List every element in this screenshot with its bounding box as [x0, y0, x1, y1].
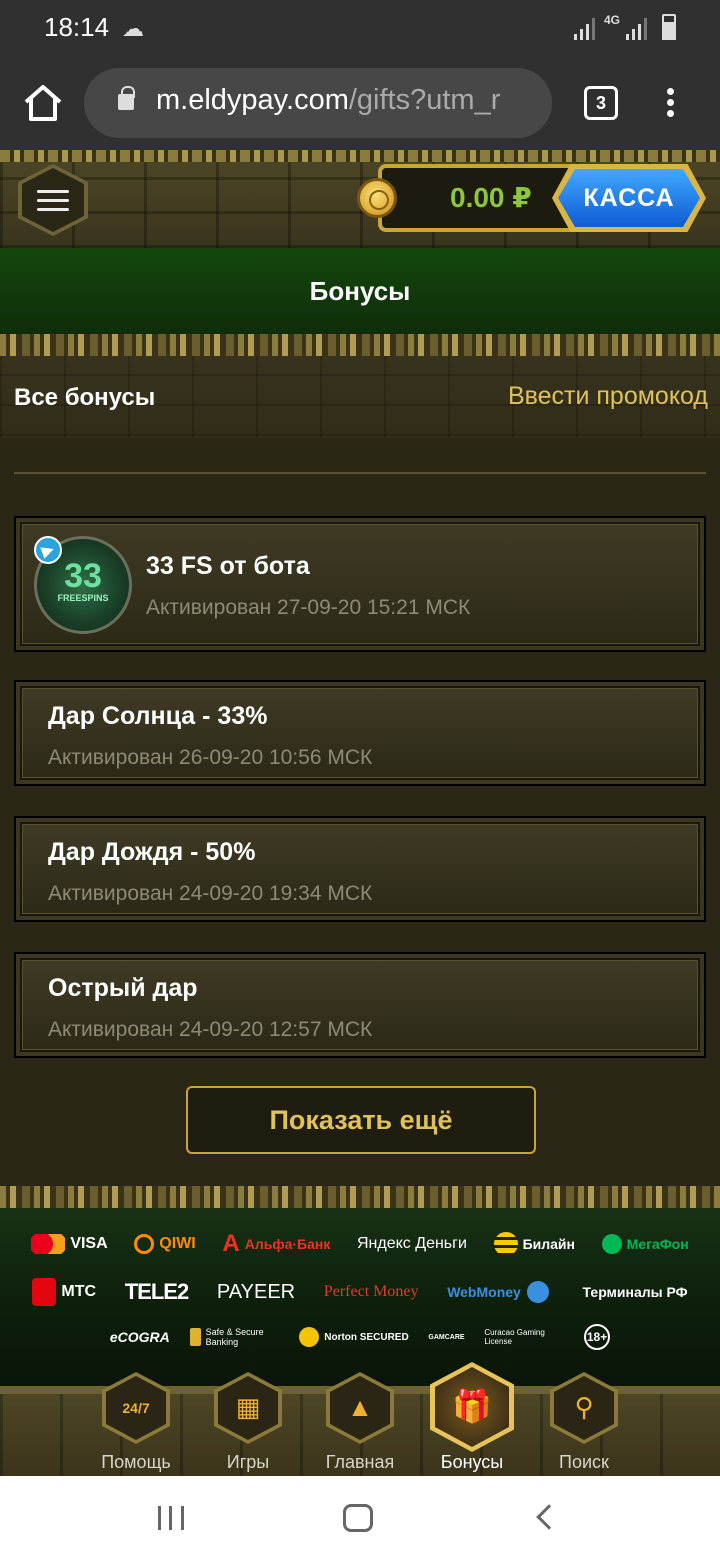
nav-games[interactable]: ▦ Игры: [192, 1372, 304, 1476]
back-icon[interactable]: [536, 1504, 562, 1530]
bonus-card[interactable]: 33 FREESPINS 33 FS от бота Активирован 2…: [14, 516, 706, 652]
alfabank-logo: A Альфа·Банк: [222, 1230, 331, 1257]
home-icon[interactable]: [22, 82, 64, 124]
signal-icon: [574, 18, 595, 40]
browser-toolbar: m.eldypay.com/gifts?utm_r 3: [0, 58, 720, 150]
nav-label: Главная: [325, 1452, 395, 1472]
perfect-money-logo: Perfect Money: [323, 1283, 419, 1300]
gift-icon: 🎁: [452, 1388, 492, 1424]
divider: [14, 472, 706, 474]
bonus-name: Острый дар: [48, 974, 198, 1002]
address-bar[interactable]: m.eldypay.com/gifts?utm_r: [84, 68, 552, 138]
bonuses-content: Все бонусы Ввести промокод 33 FREESPINS …: [0, 334, 720, 1186]
safe-banking-logo: Safe & Secure Banking: [189, 1327, 280, 1347]
slot-machine-icon: ▦: [235, 1392, 261, 1422]
coin-icon: [357, 178, 397, 218]
bonus-name: Дар Солнца - 33%: [48, 702, 268, 730]
nav-help[interactable]: 24/7 Помощь: [80, 1372, 192, 1476]
payment-footer: VISA QIWI A Альфа·Банк Яндекс Деньги Била…: [0, 1186, 720, 1386]
cashier-label: КАССА: [558, 169, 700, 227]
nav-label: Игры: [226, 1452, 270, 1472]
nav-bonuses[interactable]: 🎁 Бонусы: [416, 1362, 528, 1476]
nav-label: Помощь: [101, 1452, 171, 1472]
hamburger-icon: [37, 190, 69, 217]
beeline-logo: Билайн: [493, 1232, 575, 1256]
weather-icon: ☁: [122, 16, 144, 41]
age-18-badge: 18+: [584, 1324, 611, 1350]
system-home-icon[interactable]: [343, 1504, 373, 1532]
nav-label: Поиск: [559, 1452, 609, 1472]
battery-icon: [662, 14, 676, 40]
tele2-logo: TELE2: [124, 1279, 189, 1304]
support-chat-icon: 24/7: [122, 1400, 150, 1416]
status-bar: 18:14 ☁ 4G: [0, 0, 720, 58]
title-band: Бонусы: [0, 248, 720, 334]
payeer-logo: PAYEER: [216, 1280, 296, 1303]
cashier-button[interactable]: КАССА: [552, 164, 706, 232]
curacao-license-logo: Curacao Gaming License: [484, 1328, 545, 1346]
bonus-activated-date: Активирован 24-09-20 12:57 МСК: [48, 1018, 373, 1041]
pyramid-icon: ▲: [347, 1392, 373, 1422]
telegram-icon: [34, 536, 62, 564]
url-path: /gifts?utm_r: [348, 84, 501, 116]
url-host: m.eldypay.com: [156, 84, 349, 116]
overflow-menu-icon[interactable]: [660, 84, 680, 124]
nav-home[interactable]: ▲ Главная: [304, 1372, 416, 1476]
bottom-nav: 24/7 Помощь ▦ Игры ▲ Главная 🎁 Бонусы ⚲ …: [0, 1362, 720, 1476]
bonus-name: 33 FS от бота: [146, 552, 310, 580]
menu-button[interactable]: [18, 164, 88, 236]
nav-label: Бонусы: [440, 1452, 504, 1472]
norton-logo: Norton SECURED: [299, 1327, 409, 1347]
decorative-frieze: [0, 334, 720, 356]
decorative-frieze: [0, 1186, 720, 1208]
bonus-activated-date: Активирован 26-09-20 10:56 МСК: [48, 746, 373, 769]
search-icon: ⚲: [574, 1392, 594, 1422]
enter-promocode-link[interactable]: Ввести промокод: [508, 382, 708, 411]
screen: { "status_bar": {"time": "18:14", "netwo…: [0, 0, 720, 1560]
show-more-button[interactable]: Показать ещё: [186, 1086, 536, 1154]
payment-row-2: МТС TELE2 PAYEER Perfect Money WebMoney …: [0, 1278, 720, 1306]
payment-row-3: eCOGRA Safe & Secure Banking Norton SECU…: [0, 1324, 720, 1350]
signal-icon-2: [626, 18, 647, 40]
url-text: m.eldypay.com/gifts?utm_r: [156, 84, 500, 117]
yandex-money-logo: Яндекс Деньги: [356, 1235, 467, 1252]
visa-logo: VISA: [31, 1234, 108, 1254]
status-time: 18:14: [44, 12, 110, 42]
recent-apps-icon[interactable]: [158, 1506, 184, 1530]
tab-switcher-button[interactable]: 3: [584, 86, 618, 120]
nav-search[interactable]: ⚲ Поиск: [528, 1372, 640, 1476]
system-nav-bar: [0, 1476, 720, 1560]
balance-amount: 0.00 ₽: [450, 182, 532, 213]
qiwi-logo: QIWI: [134, 1234, 196, 1254]
terminals-logo: Терминалы РФ: [582, 1284, 688, 1300]
network-type: 4G: [604, 13, 621, 27]
ecogra-logo: eCOGRA: [109, 1329, 170, 1345]
bonus-activated-date: Активирован 24-09-20 19:34 МСК: [48, 882, 373, 905]
badge-caption: FREESPINS: [57, 593, 109, 603]
bonus-card[interactable]: Дар Дождя - 50% Активирован 24-09-20 19:…: [14, 816, 706, 922]
all-bonuses-heading: Все бонусы: [14, 384, 156, 411]
gamcare-logo: GAMCARE: [428, 1333, 465, 1341]
bonus-card[interactable]: Дар Солнца - 33% Активирован 26-09-20 10…: [14, 680, 706, 786]
page-title: Бонусы: [309, 276, 411, 306]
megafon-logo: МегаФон: [601, 1234, 689, 1254]
payment-row-1: VISA QIWI A Альфа·Банк Яндекс Деньги Била…: [0, 1230, 720, 1258]
mts-logo: МТС: [32, 1278, 96, 1306]
webmoney-logo: WebMoney: [447, 1281, 554, 1303]
lock-icon: [118, 86, 135, 110]
bonus-activated-date: Активирован 27-09-20 15:21 МСК: [146, 596, 471, 619]
bonus-card[interactable]: Острый дар Активирован 24-09-20 12:57 МС…: [14, 952, 706, 1058]
bonus-name: Дар Дождя - 50%: [48, 838, 256, 866]
